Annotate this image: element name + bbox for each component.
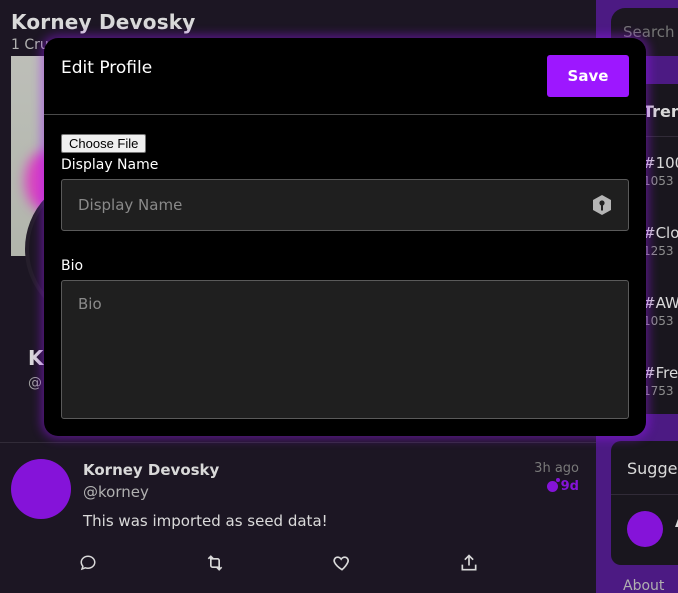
modal-divider xyxy=(44,114,646,115)
bio-textarea[interactable] xyxy=(61,280,629,419)
bio-label: Bio xyxy=(61,258,84,274)
display-name-label: Display Name xyxy=(61,157,159,173)
choose-file-button[interactable]: Choose File xyxy=(61,134,147,153)
display-name-input[interactable] xyxy=(61,179,629,231)
page: Korney Devosky 1 Cru Ko @ Korney Devosky… xyxy=(0,0,678,593)
edit-profile-modal: Edit Profile Save Choose File Display Na… xyxy=(44,38,646,436)
password-manager-key-icon[interactable] xyxy=(592,194,612,216)
modal-title: Edit Profile xyxy=(61,58,153,78)
save-button[interactable]: Save xyxy=(547,55,629,97)
